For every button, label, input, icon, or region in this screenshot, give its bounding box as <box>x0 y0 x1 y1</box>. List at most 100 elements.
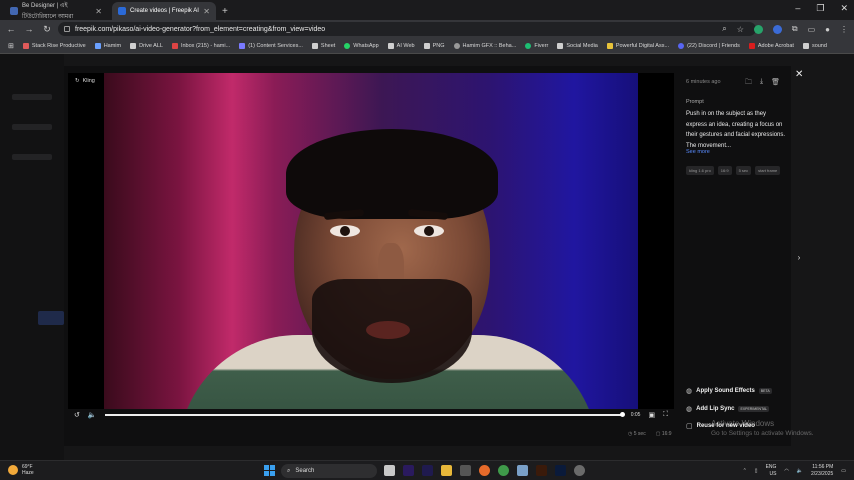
premiere-pro-icon[interactable] <box>403 465 414 476</box>
bookmark-item[interactable]: Stack Rise Productive <box>22 42 86 49</box>
lip-sync-icon: ◍ <box>686 406 693 413</box>
ratio-label: ▢ 16:9 <box>655 431 672 437</box>
minimize-icon[interactable]: – <box>795 3 800 14</box>
bookmark-icon <box>239 42 246 49</box>
download-icon[interactable]: ⤓ <box>760 78 763 89</box>
bookmark-item[interactable]: Adobe Acrobat <box>748 42 794 49</box>
add-lip-sync-button[interactable]: ◍ Add Lip Sync EXPERIMENTAL <box>686 405 770 413</box>
folder-icon[interactable] <box>441 465 452 476</box>
weather-widget[interactable]: 69°F Haze <box>8 464 34 476</box>
reload-icon[interactable]: ↻ <box>40 24 54 35</box>
whatsapp-icon <box>344 42 351 49</box>
video-subject-eye <box>330 225 360 237</box>
bookmark-item[interactable]: WhatsApp <box>344 42 379 49</box>
back-icon[interactable]: ← <box>4 24 18 34</box>
profile-avatar-icon[interactable]: ● <box>825 25 830 34</box>
video-progress-knob[interactable] <box>620 412 626 417</box>
language-indicator[interactable]: ENG US <box>766 464 777 477</box>
notification-icon[interactable]: ▭ <box>841 468 846 474</box>
see-more-link[interactable]: See more <box>686 149 710 155</box>
address-bar[interactable]: freepik.com/pikaso/ai-video-generator?fr… <box>58 22 756 36</box>
bookmark-item[interactable]: Sheet <box>311 42 335 49</box>
browser-tab-freepik[interactable]: Create videos | Freepik AI ✕ <box>112 2 216 20</box>
bookmark-item[interactable]: AI Web <box>387 42 415 49</box>
acrobat-icon <box>748 42 755 49</box>
volume-icon[interactable]: 🔈 <box>88 411 97 419</box>
battery-icon[interactable]: ▯ <box>755 468 758 474</box>
close-tab-icon[interactable]: ✕ <box>95 7 102 16</box>
clock[interactable]: 11:56 PM 2/23/2025 <box>811 464 833 477</box>
folder-icon <box>802 42 809 49</box>
freepik-icon <box>118 7 126 15</box>
kling-icon: ↻ <box>75 78 80 84</box>
apps-grid-icon[interactable]: ⊞ <box>8 42 14 50</box>
bookmark-star-icon[interactable]: ☆ <box>737 25 744 34</box>
bookmark-item[interactable]: Fiverr <box>525 42 548 49</box>
forward-icon[interactable]: → <box>22 24 36 34</box>
bookmark-item[interactable]: Social Media <box>557 42 598 49</box>
after-effects-icon[interactable] <box>422 465 433 476</box>
extension-icon[interactable] <box>753 24 763 34</box>
bookmark-item[interactable]: PNG <box>423 42 445 49</box>
chevron-up-icon[interactable]: ⌃ <box>743 468 747 474</box>
bookmark-item[interactable]: sound <box>802 42 827 49</box>
extensions-puzzle-icon[interactable]: ⧉ <box>792 24 798 34</box>
discord-icon <box>678 42 685 49</box>
generation-timestamp: 6 minutes ago <box>686 79 721 85</box>
trash-icon[interactable]: 🗑 <box>771 78 780 89</box>
file-explorer-icon[interactable] <box>384 465 395 476</box>
video-player[interactable] <box>68 73 674 409</box>
app-icon[interactable] <box>460 465 471 476</box>
bookmark-item[interactable]: Hamim <box>94 42 121 49</box>
close-tab-icon[interactable]: ✕ <box>203 7 210 16</box>
zoom-icon[interactable]: ⌕ <box>722 24 726 34</box>
system-tray: ⌃ ▯ ENG US ◠ 🔈 11:56 PM 2/23/2025 ▭ <box>743 464 846 477</box>
prompt-heading: Prompt <box>686 99 704 105</box>
new-tab-button[interactable]: + <box>222 2 228 20</box>
picture-in-picture-icon[interactable]: ▣ <box>648 411 655 419</box>
maximize-icon[interactable]: ❐ <box>816 3 824 14</box>
folder-icon[interactable]: 🗀 <box>745 78 752 89</box>
bookmark-item[interactable]: (22) Discord | Friends <box>678 42 740 49</box>
browser-tab-be-designer[interactable]: Be Designer | এই টিউটোরিয়ালে আমরা ✕ <box>4 2 108 20</box>
folder-icon <box>130 42 137 49</box>
person-icon <box>94 42 101 49</box>
dimmed-item <box>12 94 52 100</box>
apply-sound-effects-button[interactable]: ◍ Apply Sound Effects BETA <box>686 387 772 395</box>
tab-title: Create videos | Freepik AI <box>130 8 199 14</box>
tag-chip: kling 1.6 pro <box>686 166 714 175</box>
fullscreen-icon[interactable]: ⛶ <box>663 411 668 419</box>
extension-icon[interactable] <box>772 24 782 34</box>
watermark-title: Activate Windows <box>711 419 775 428</box>
close-modal-icon[interactable]: ✕ <box>795 69 803 80</box>
replay-icon[interactable]: ↺ <box>74 411 80 419</box>
site-info-icon[interactable] <box>64 26 70 32</box>
video-progress-bar[interactable] <box>104 412 626 417</box>
chrome-icon[interactable] <box>498 465 509 476</box>
app-icon[interactable] <box>517 465 528 476</box>
browser-toolbar: ← → ↻ freepik.com/pikaso/ai-video-genera… <box>0 20 854 38</box>
wifi-icon[interactable]: ◠ <box>784 468 788 474</box>
bookmark-item[interactable]: Hamim GFX :: Beha... <box>453 42 516 49</box>
sidebar-icon[interactable]: ▭ <box>808 25 816 34</box>
close-window-icon[interactable]: ✕ <box>840 3 848 14</box>
bookmark-item[interactable]: Powerful Digital Ass... <box>606 42 669 49</box>
folder-icon <box>387 42 394 49</box>
photoshop-icon[interactable] <box>555 465 566 476</box>
firefox-icon[interactable] <box>479 465 490 476</box>
taskbar-search[interactable]: ⌕ Search <box>281 464 377 478</box>
tag-chip: 16:9 <box>717 166 732 175</box>
start-button[interactable] <box>264 465 275 476</box>
bookmark-item[interactable]: (1) Content Services... <box>239 42 303 49</box>
speaker-icon[interactable]: 🔈 <box>797 468 803 474</box>
menu-kebab-icon[interactable]: ⋮ <box>840 25 848 34</box>
model-label: ↻ Kling <box>75 78 95 84</box>
panel-actions: 🗀 ⤓ 🗑 <box>745 78 780 89</box>
illustrator-icon[interactable] <box>536 465 547 476</box>
settings-gear-icon[interactable] <box>574 465 585 476</box>
weather-desc: Haze <box>22 470 34 476</box>
bookmark-item[interactable]: Drive ALL <box>130 42 163 49</box>
bookmark-item[interactable]: Inbox (215) - hami... <box>171 42 230 49</box>
next-video-button[interactable]: › <box>792 250 806 264</box>
taskbar-apps <box>384 465 585 476</box>
